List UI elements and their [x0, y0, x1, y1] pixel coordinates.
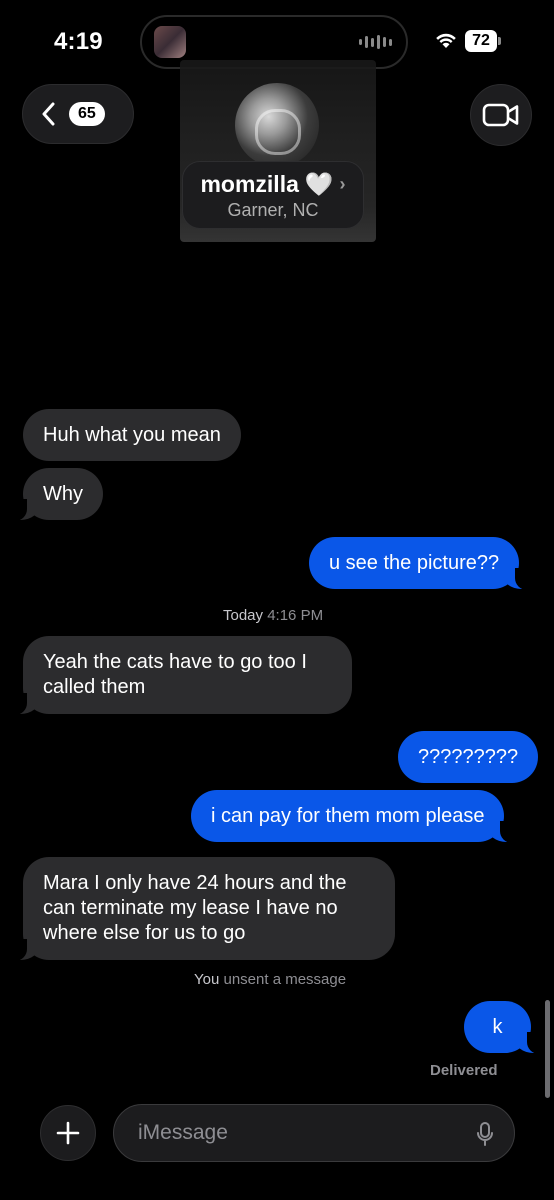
message-bubble-incoming[interactable]: Yeah the cats have to go too I called th…	[11, 636, 352, 715]
contact-name-pill[interactable]: momzilla 🤍 › Garner, NC	[182, 161, 364, 229]
video-camera-icon	[482, 103, 519, 127]
timestamp-time: 4:16 PM	[267, 607, 324, 624]
back-button[interactable]: 65	[22, 84, 134, 144]
timestamp-day: Today	[223, 607, 264, 624]
unsent-text: unsent a message	[223, 971, 347, 988]
audio-waveform-icon	[359, 34, 392, 50]
message-text: i can pay for them mom please	[211, 804, 485, 827]
message-bubble-outgoing[interactable]: i can pay for them mom please	[191, 790, 517, 843]
battery-level: 72	[465, 30, 497, 52]
message-input[interactable]: iMessage	[113, 1104, 515, 1162]
message-input-placeholder: iMessage	[138, 1121, 228, 1144]
message-text: Yeah the cats have to go too I called th…	[43, 651, 307, 698]
conversation-timestamp: Today 4:16 PM	[223, 607, 323, 624]
message-text: k	[492, 1015, 503, 1038]
message-text: Mara I only have 24 hours and the can te…	[43, 872, 347, 944]
message-text: Huh what you mean	[43, 423, 221, 446]
contact-name: momzilla	[200, 171, 299, 197]
contact-location: Garner, NC	[227, 200, 319, 220]
add-attachment-button[interactable]	[40, 1105, 96, 1161]
delivered-status: Delivered	[430, 1062, 498, 1079]
message-text: u see the picture??	[329, 551, 500, 574]
message-bubble-outgoing[interactable]: ?????????	[398, 731, 539, 783]
chevron-left-icon	[42, 102, 55, 126]
message-bubble-incoming[interactable]: Why	[11, 468, 103, 521]
facetime-video-button[interactable]	[470, 84, 532, 146]
battery-icon: 72	[465, 30, 501, 52]
heart-icon: 🤍	[304, 171, 334, 197]
scrollbar[interactable]	[545, 1000, 550, 1098]
message-bubble-outgoing[interactable]: k	[464, 1001, 543, 1054]
plus-icon	[56, 1121, 80, 1145]
message-bubble-incoming[interactable]: Mara I only have 24 hours and the can te…	[11, 857, 395, 961]
unsent-notice: You unsent a message	[194, 971, 346, 988]
now-playing-thumbnail	[154, 26, 186, 58]
message-text: ?????????	[418, 745, 519, 768]
microphone-icon[interactable]	[476, 1121, 494, 1147]
unsent-actor: You	[194, 971, 220, 988]
chevron-right-icon: ›	[339, 174, 346, 194]
status-time: 4:19	[54, 28, 103, 55]
wifi-icon	[436, 33, 456, 48]
message-bubble-incoming[interactable]: Huh what you mean	[23, 409, 241, 461]
message-text: Why	[43, 482, 83, 505]
unread-count-badge: 65	[69, 102, 105, 126]
contact-avatar[interactable]	[235, 83, 319, 167]
message-bubble-outgoing[interactable]: u see the picture??	[309, 537, 532, 590]
